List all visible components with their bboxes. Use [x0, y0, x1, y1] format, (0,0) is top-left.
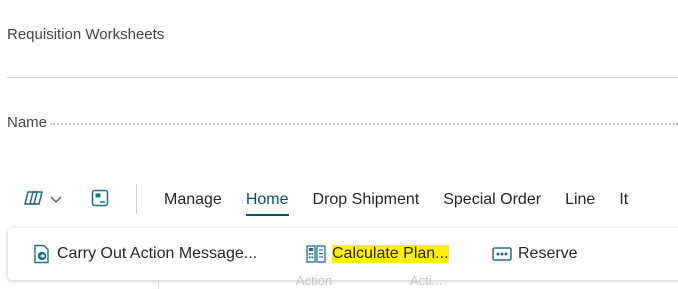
action-bar: Manage Home Drop Shipment Special Order …: [0, 180, 678, 220]
calculate-plan-button[interactable]: Calculate Plan...: [296, 238, 459, 270]
tab-special-order[interactable]: Special Order: [431, 180, 553, 220]
tab-home[interactable]: Home: [234, 180, 301, 220]
edit-page-button[interactable]: [18, 184, 68, 216]
open-page-button[interactable]: [88, 184, 112, 216]
name-field[interactable]: Name: [7, 112, 678, 132]
reserve-button[interactable]: Reserve: [482, 238, 588, 270]
carry-out-action-label: Carry Out Action Message...: [57, 245, 258, 262]
toolbar-separator: [136, 184, 137, 214]
calculate-plan-label: Calculate Plan...: [332, 245, 449, 263]
chevron-down-icon: [50, 191, 62, 209]
tab-drop-shipment[interactable]: Drop Shipment: [301, 180, 432, 220]
background-hint-action: Action: [296, 273, 333, 288]
page-title: Requisition Worksheets: [7, 26, 165, 43]
reserve-label: Reserve: [518, 245, 578, 262]
name-field-label: Name: [7, 113, 48, 131]
carry-out-action-message-button[interactable]: Carry Out Action Message...: [23, 238, 267, 270]
background-hint-action-truncated: Acti...: [410, 273, 443, 288]
reserve-icon: [492, 247, 512, 261]
open-page-icon: [91, 189, 109, 212]
tab-item-truncated[interactable]: It: [607, 180, 628, 220]
edit-page-icon: [24, 189, 46, 212]
carry-out-action-icon: [33, 244, 51, 264]
calculate-plan-icon: [306, 245, 326, 263]
tab-manage[interactable]: Manage: [152, 180, 234, 220]
title-divider: [7, 77, 678, 78]
background-divider: [158, 280, 159, 289]
tab-line[interactable]: Line: [553, 180, 607, 220]
home-ribbon: Carry Out Action Message... Calculate Pl…: [8, 228, 678, 280]
action-tabs: Manage Home Drop Shipment Special Order …: [152, 180, 628, 220]
name-field-value[interactable]: [50, 123, 678, 125]
